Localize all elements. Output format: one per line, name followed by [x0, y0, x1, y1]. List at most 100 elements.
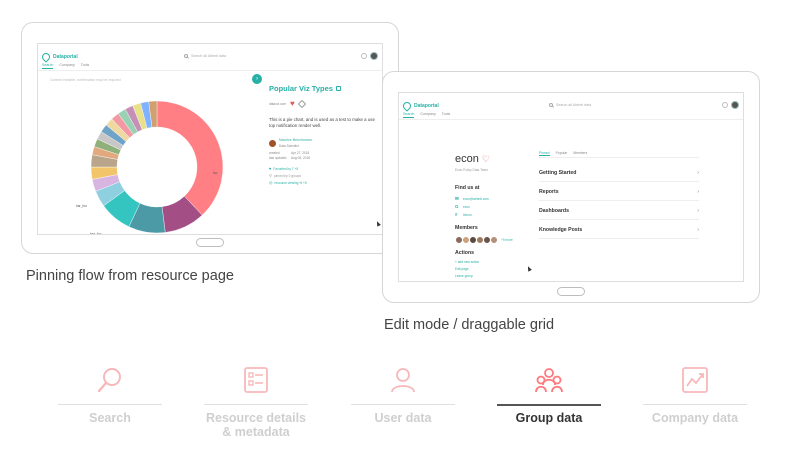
- pin-small-icon: ⚲: [269, 173, 272, 178]
- step-label: Search: [89, 411, 131, 425]
- contact-slack[interactable]: # #econ: [455, 212, 472, 217]
- category-label: Reports: [539, 189, 559, 195]
- nav-tab-search[interactable]: Search: [403, 112, 415, 118]
- donut-label-bar-foo: bar_foo: [76, 204, 87, 208]
- settings-icon[interactable]: [361, 53, 367, 59]
- avatar[interactable]: [731, 101, 739, 109]
- chart-icon: [682, 367, 708, 393]
- donut-label-foo: foo: [213, 171, 218, 175]
- created-value: Apr 27, 2018: [291, 151, 310, 155]
- nav-tab-tools[interactable]: Tools: [442, 112, 450, 118]
- category-reports[interactable]: Reports ›: [539, 189, 699, 201]
- donut-chart: [90, 100, 224, 234]
- contact-google[interactable]: G econ: [455, 204, 470, 209]
- tablet-home-button: [557, 287, 585, 296]
- header-divider: [38, 70, 382, 71]
- tab-pinned[interactable]: Pinned: [539, 151, 550, 156]
- tab-members[interactable]: Members: [573, 151, 587, 156]
- chevron-right-icon: ›: [697, 227, 699, 233]
- viewing-link[interactable]: ◎ resource viewing % +5: [269, 180, 379, 185]
- members-heading: Members: [455, 225, 478, 231]
- nav-tab-company[interactable]: Company: [420, 112, 435, 118]
- group-subtitle: Econ Policy Data Team: [455, 168, 488, 172]
- header-divider: [399, 119, 743, 120]
- heart-small-icon: ♥: [269, 166, 272, 171]
- brand-name: Dataportal: [53, 54, 78, 60]
- external-link-icon[interactable]: [335, 86, 341, 91]
- brand[interactable]: Dataportal: [40, 51, 78, 63]
- step-underline: [497, 404, 601, 406]
- search-input[interactable]: Search all Airbnb data: [191, 54, 226, 58]
- settings-icon[interactable]: [722, 102, 728, 108]
- brand-group[interactable]: Dataportal: [401, 100, 439, 112]
- step-label: Company data: [651, 411, 739, 425]
- contact-email[interactable]: ✉ econ@airbnb.com: [455, 196, 489, 202]
- app-header-group: Dataportal Search Company Tools Search a…: [399, 93, 743, 121]
- caption-edit-mode: Edit mode / draggable grid: [384, 317, 555, 333]
- main-nav-group: Search Company Tools: [403, 112, 450, 118]
- updated-value: Aug 08, 2018: [291, 156, 310, 160]
- tab-popular[interactable]: Popular: [556, 151, 568, 156]
- caption-pinning-flow: Pinning flow from resource page: [26, 268, 234, 284]
- category-dashboards[interactable]: Dashboards ›: [539, 208, 699, 220]
- members-more-link[interactable]: +9 more: [501, 238, 513, 242]
- author-row[interactable]: Maurice Benchmann Data Scientist: [269, 138, 379, 149]
- nav-tab-search[interactable]: Search: [42, 63, 54, 69]
- nav-tab-company[interactable]: Company: [59, 63, 74, 69]
- chevron-right-icon: ›: [697, 170, 699, 176]
- add-action-link[interactable]: + add new action: [455, 260, 479, 264]
- group-tabs: Pinned Popular Members: [539, 151, 699, 158]
- author-name[interactable]: Maurice Benchmann: [279, 138, 312, 142]
- step-underline: [204, 404, 308, 405]
- find-us-heading: Find us at: [455, 185, 480, 191]
- resource-owner: dataviz.com: [269, 102, 287, 106]
- resource-actions: dataviz.com ♥: [269, 99, 379, 109]
- category-knowledge-posts[interactable]: Knowledge Posts ›: [539, 227, 699, 239]
- category-label: Getting Started: [539, 170, 577, 176]
- updated-label: last updated: [269, 156, 287, 160]
- resource-screen: Dataportal Search Company Tools Search a…: [37, 43, 383, 235]
- resource-title-text: Popular Viz Types: [269, 84, 333, 93]
- category-label: Dashboards: [539, 208, 569, 214]
- author-role: Data Scientist: [279, 144, 299, 148]
- airbnb-logo-icon: [401, 100, 413, 112]
- tablet-frame-resource: Dataportal Search Company Tools Search a…: [21, 22, 399, 254]
- group-name: econ: [455, 153, 479, 165]
- tablet-home-button: [196, 238, 224, 247]
- resource-description: This is a pie chart, and is used as a te…: [269, 117, 375, 128]
- resource-side-panel: Popular Viz Types dataviz.com ♥ This is …: [269, 84, 379, 185]
- step-label: Resource details & metadata: [205, 411, 307, 439]
- notice-text: Content invisible, confirmation may be r…: [50, 78, 121, 82]
- search-bar[interactable]: Search all Airbnb data: [184, 54, 226, 58]
- step-label: Group data: [515, 411, 583, 425]
- chevron-right-icon: ›: [697, 208, 699, 214]
- actions-heading: Actions: [455, 250, 475, 256]
- category-label: Knowledge Posts: [539, 227, 583, 233]
- pinned-text: pinned by 0 groups: [273, 173, 302, 178]
- mouse-cursor-icon: [375, 220, 381, 227]
- panel-toggle-button[interactable]: ›: [252, 74, 262, 84]
- favorited-link[interactable]: ♥ Favorited by 7 +5: [269, 166, 379, 171]
- heart-icon[interactable]: ♥: [290, 100, 295, 108]
- brand-name-group: Dataportal: [414, 103, 439, 109]
- avatar[interactable]: [370, 52, 378, 60]
- pinned-link[interactable]: ⚲ pinned by 0 groups: [269, 173, 379, 178]
- viewing-text: resource viewing % +5: [274, 180, 307, 185]
- search-input-group[interactable]: Search all Airbnb data: [556, 103, 591, 107]
- edit-page-link[interactable]: Edit page: [455, 267, 468, 271]
- donut-slice[interactable]: [156, 100, 224, 216]
- heart-outline-icon[interactable]: ♡: [482, 154, 490, 165]
- nav-tab-tools[interactable]: Tools: [81, 63, 89, 69]
- step-label: User data: [374, 411, 432, 425]
- pin-icon[interactable]: [297, 99, 307, 109]
- category-getting-started[interactable]: Getting Started ›: [539, 170, 699, 182]
- search-bar-group[interactable]: Search all Airbnb data: [549, 103, 591, 107]
- resource-title: Popular Viz Types: [269, 84, 379, 93]
- member-avatar[interactable]: [490, 236, 498, 244]
- member-avatars[interactable]: +9 more: [455, 236, 513, 244]
- eye-icon: ◎: [269, 180, 273, 185]
- step-underline: [643, 404, 747, 405]
- header-icons-group: [722, 101, 739, 109]
- leave-group-link[interactable]: Leave group: [455, 274, 473, 278]
- step-underline: [351, 404, 455, 405]
